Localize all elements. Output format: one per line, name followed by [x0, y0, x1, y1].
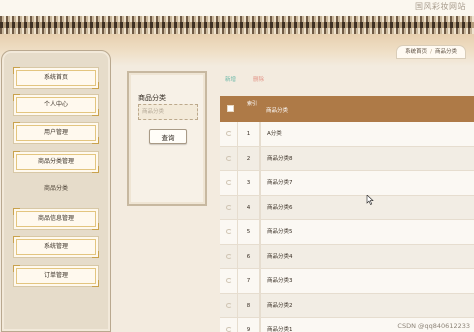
row-index: 5	[238, 220, 260, 244]
delete-button[interactable]: 删除	[253, 75, 264, 83]
watermark: CSDN @qq840612233	[397, 322, 470, 330]
table-row[interactable]: 1 A分类	[220, 122, 474, 147]
row-checkbox[interactable]	[220, 220, 238, 244]
table-body: 1 A分类 2 商品分类8 3 商品分类7 4 商品分类6 5 商品分类5 6 商品分类4 7 商品分类3…	[220, 122, 474, 332]
sidebar: 系统首页 个人中心 用户管理 商品分类管理 商品分类 商品信息管理 系统管理 订…	[1, 50, 111, 332]
select-all-checkbox[interactable]	[227, 105, 234, 112]
checkbox-circle-icon	[226, 253, 232, 259]
table-header: 索引 商品分类	[220, 96, 474, 122]
row-index: 4	[238, 195, 260, 219]
top-header: 国风彩妆网站	[0, 0, 474, 16]
column-header-index: 索引	[246, 101, 257, 107]
checkbox-circle-icon	[226, 278, 232, 283]
sidebar-item-order-management[interactable]: 订单管理	[13, 265, 99, 287]
row-category-name: 商品分类3	[267, 278, 293, 284]
row-checkbox[interactable]	[220, 293, 238, 317]
sidebar-submenu-category[interactable]: 商品分类	[13, 183, 99, 192]
site-title: 国风彩妆网站	[415, 2, 466, 11]
sidebar-item-system-management[interactable]: 系统管理	[13, 236, 99, 258]
sidebar-item-profile[interactable]: 个人中心	[13, 94, 99, 116]
row-category-name: A分类	[267, 131, 282, 137]
checkbox-circle-icon	[226, 327, 232, 332]
row-index: 6	[238, 244, 260, 268]
breadcrumb-current: 商品分类	[434, 49, 457, 55]
breadcrumb-home[interactable]: 系统首页	[405, 49, 427, 55]
row-category-name: 商品分类5	[267, 229, 293, 235]
row-checkbox[interactable]	[220, 269, 238, 293]
cell-divider	[260, 171, 261, 195]
sidebar-item-product-management[interactable]: 商品信息管理	[13, 208, 99, 230]
checkbox-circle-icon	[226, 180, 232, 185]
row-index: 9	[238, 318, 260, 332]
row-checkbox[interactable]	[220, 318, 238, 332]
search-panel: 商品分类 查询	[127, 71, 207, 206]
cell-divider	[260, 293, 261, 317]
row-category-name: 商品分类2	[267, 302, 293, 309]
sidebar-item-category-management[interactable]: 商品分类管理	[13, 151, 99, 173]
row-checkbox[interactable]	[220, 171, 238, 195]
row-index: 3	[238, 171, 260, 195]
table-row[interactable]: 7 商品分类3	[220, 269, 474, 294]
row-checkbox[interactable]	[220, 244, 238, 268]
search-field-label: 商品分类	[138, 94, 166, 102]
row-index: 7	[238, 269, 260, 293]
cell-divider	[260, 269, 261, 293]
table-row[interactable]: 3 商品分类7	[220, 171, 474, 196]
breadcrumb-separator: /	[430, 49, 432, 55]
search-button[interactable]: 查询	[149, 129, 187, 144]
row-checkbox[interactable]	[220, 195, 238, 219]
row-checkbox[interactable]	[220, 146, 238, 170]
category-table: 索引 商品分类 1 A分类 2 商品分类8 3 商品分类7 4 商品分类6 5 商品分类5 6 商品分…	[220, 96, 474, 332]
category-search-input[interactable]	[138, 104, 198, 120]
cell-divider	[260, 244, 261, 268]
cell-divider	[260, 195, 261, 219]
sidebar-item-home[interactable]: 系统首页	[13, 67, 99, 89]
row-category-name: 商品分类4	[267, 253, 293, 260]
add-button[interactable]: 新增	[225, 75, 236, 83]
sidebar-item-users[interactable]: 用户管理	[13, 122, 99, 144]
cell-divider	[260, 220, 261, 244]
checkbox-circle-icon	[226, 229, 232, 234]
checkbox-circle-icon	[226, 302, 232, 308]
table-row[interactable]: 2 商品分类8	[220, 146, 474, 171]
breadcrumb: 系统首页 / 商品分类	[396, 45, 466, 59]
row-category-name: 商品分类6	[267, 204, 293, 211]
table-row[interactable]: 8 商品分类2	[220, 293, 474, 318]
row-category-name: 商品分类1	[267, 327, 293, 332]
row-category-name: 商品分类8	[267, 155, 293, 162]
row-checkbox[interactable]	[220, 122, 238, 146]
row-index: 1	[238, 122, 260, 146]
row-index: 2	[238, 146, 260, 170]
decorative-border-band	[0, 16, 474, 34]
table-row[interactable]: 6 商品分类4	[220, 244, 474, 269]
table-row[interactable]: 4 商品分类6	[220, 195, 474, 220]
table-row[interactable]: 5 商品分类5	[220, 220, 474, 245]
checkbox-circle-icon	[226, 155, 232, 161]
row-index: 8	[238, 293, 260, 317]
cell-divider	[260, 146, 261, 170]
row-category-name: 商品分类7	[267, 180, 293, 186]
column-header-category: 商品分类	[266, 108, 289, 114]
mouse-cursor-icon	[366, 195, 374, 205]
cell-divider	[260, 318, 261, 332]
checkbox-circle-icon	[226, 204, 232, 210]
checkbox-circle-icon	[226, 131, 232, 136]
cell-divider	[260, 122, 261, 146]
